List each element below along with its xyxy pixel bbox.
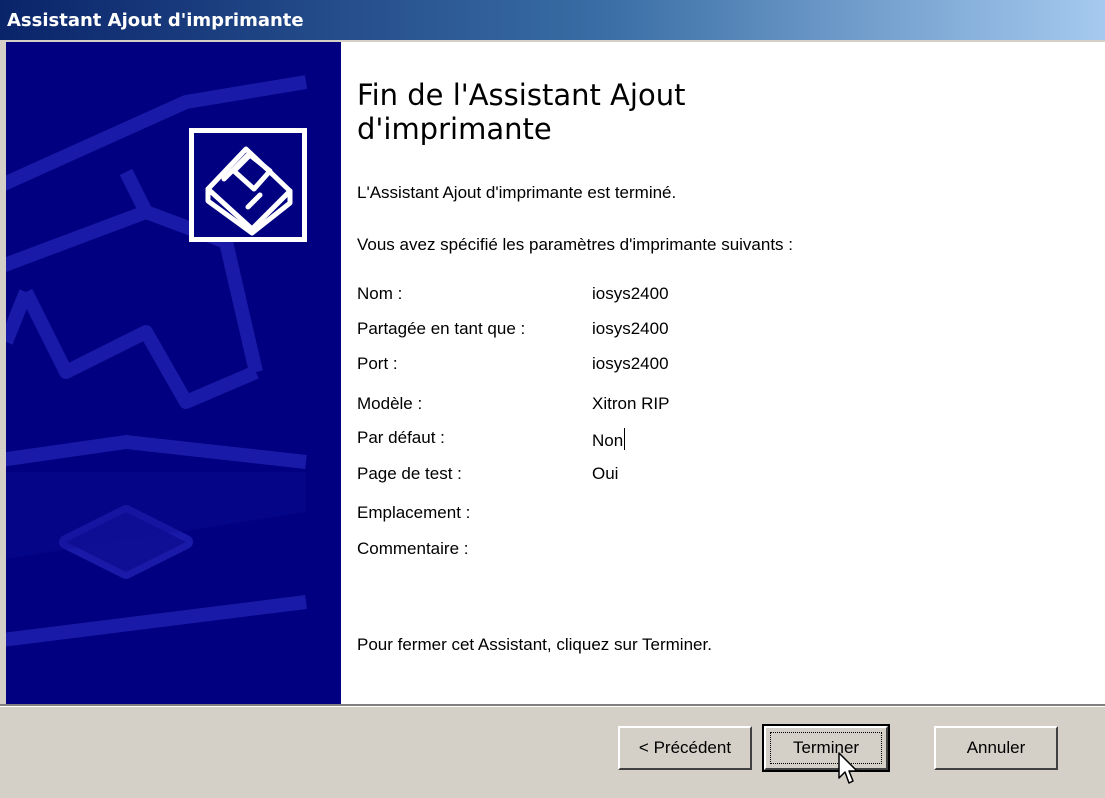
divider	[0, 706, 1105, 707]
completed-text: L'Assistant Ajout d'imprimante est termi…	[357, 183, 677, 202]
setting-label: Commentaire :	[357, 539, 469, 558]
setting-label: Nom :	[357, 284, 403, 303]
wizard-content: Fin de l'Assistant Ajout d'imprimante L'…	[341, 42, 1105, 704]
setting-value: iosys2400	[592, 284, 669, 303]
setting-value: Non	[592, 431, 624, 450]
specified-settings-text: Vous avez spécifié les paramètres d'impr…	[357, 235, 793, 254]
close-instructions-text: Pour fermer cet Assistant, cliquez sur T…	[357, 635, 712, 654]
setting-label: Page de test :	[357, 464, 462, 483]
window-title: Assistant Ajout d'imprimante	[7, 10, 304, 31]
setting-value: Oui	[592, 464, 619, 483]
cancel-button-label: Annuler	[966, 738, 1026, 757]
setting-label: Port :	[357, 354, 398, 373]
setting-label: Partagée en tant que :	[357, 319, 526, 338]
setting-value: Xitron RIP	[592, 394, 670, 413]
wizard-logo	[189, 128, 307, 242]
back-button-label: < Précédent	[638, 738, 732, 757]
cancel-button[interactable]: Annuler	[934, 726, 1058, 770]
printer-icon	[205, 146, 293, 236]
setting-value: iosys2400	[592, 319, 669, 338]
setting-label: Emplacement :	[357, 503, 471, 522]
setting-value: iosys2400	[592, 354, 669, 373]
setting-label: Modèle :	[357, 394, 423, 413]
back-button[interactable]: < Précédent	[618, 726, 752, 770]
text-caret	[624, 428, 626, 450]
finish-button[interactable]: Terminer	[762, 724, 890, 772]
wizard-banner	[0, 42, 341, 704]
setting-label: Par défaut :	[357, 428, 445, 447]
page-title: Fin de l'Assistant Ajout d'imprimante	[357, 78, 686, 146]
add-printer-wizard-window: Assistant Ajout d'imprimante Fin de l'As…	[0, 0, 1105, 798]
wizard-button-bar: < Précédent Terminer Annuler	[0, 704, 1105, 798]
title-bar[interactable]: Assistant Ajout d'imprimante	[0, 0, 1105, 42]
setting-value-default: Non	[592, 428, 626, 451]
mouse-pointer-icon	[838, 752, 858, 784]
